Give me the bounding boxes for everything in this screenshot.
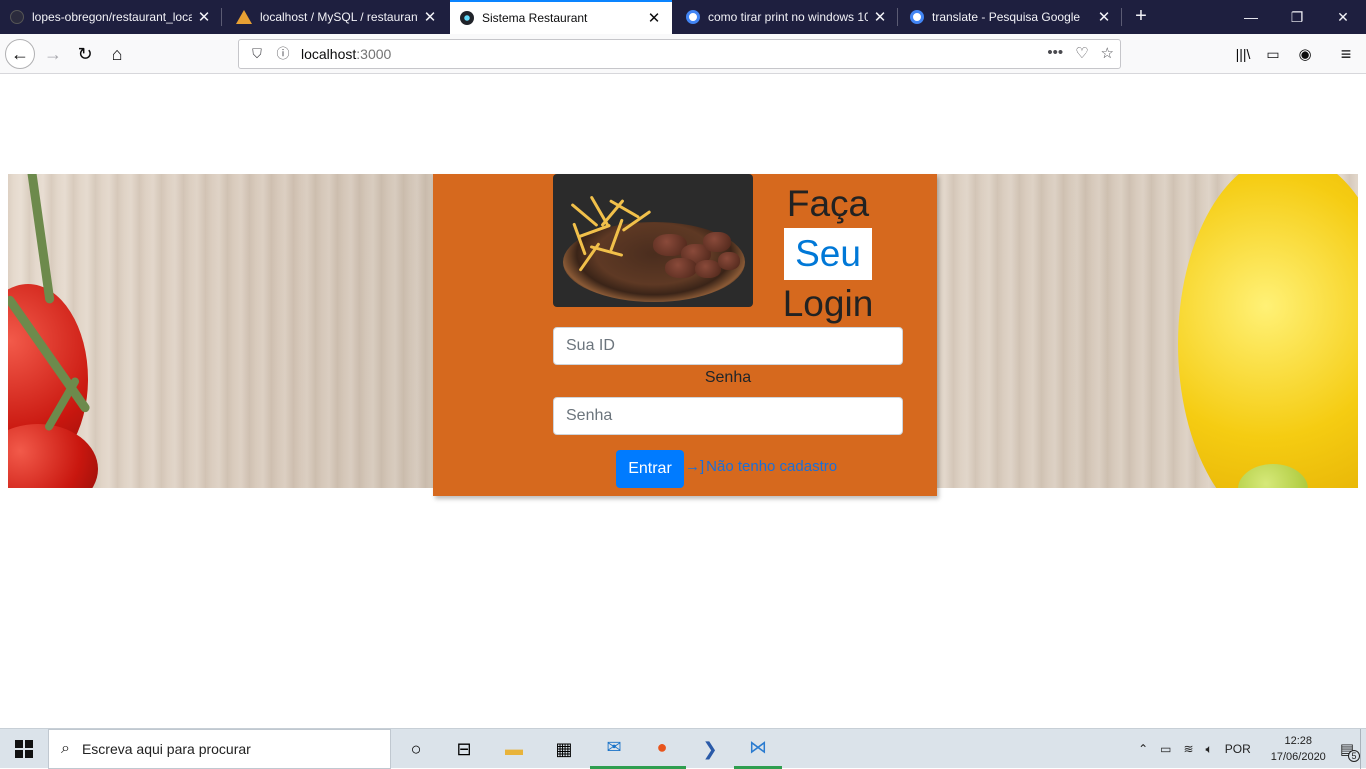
- url-host: localhost: [301, 46, 357, 62]
- minimize-icon[interactable]: —: [1228, 0, 1274, 34]
- windows-start-icon[interactable]: [0, 729, 48, 769]
- pepper-image: [1178, 174, 1358, 488]
- tab-title: lopes-obregon/restaurant_local: [32, 10, 192, 24]
- notification-icon[interactable]: ▤ 5: [1340, 740, 1360, 762]
- close-window-icon[interactable]: ✕: [1320, 0, 1366, 34]
- restore-icon[interactable]: ❐: [1274, 0, 1320, 34]
- password-input[interactable]: Senha: [553, 397, 903, 435]
- register-link[interactable]: →] Não tenho cadastro: [685, 458, 837, 475]
- clock-time: 12:28: [1284, 735, 1313, 747]
- system-tray: ⌃ ▭ ≋ 🔈︎ POR 12:28 17/06/2020 ▤ 5: [1132, 729, 1366, 769]
- library-icon[interactable]: |||\: [1228, 39, 1258, 69]
- login-button[interactable]: Entrar: [616, 450, 684, 488]
- store-icon[interactable]: ▦: [540, 729, 588, 769]
- github-icon: [10, 10, 24, 24]
- taskbar-search[interactable]: ⌕ Escreva aqui para procurar: [48, 729, 391, 769]
- tab-google-print[interactable]: como tirar print no windows 10 ✕: [676, 0, 898, 34]
- file-explorer-icon[interactable]: ▬: [490, 729, 538, 769]
- sidebar-icon[interactable]: ▭: [1258, 39, 1288, 69]
- register-link-label: Não tenho cadastro: [706, 458, 838, 475]
- tab-title: como tirar print no windows 10: [708, 10, 868, 24]
- tab-title: Sistema Restaurant: [482, 11, 588, 25]
- password-label: Senha: [704, 369, 752, 386]
- wifi-icon[interactable]: ≋: [1183, 742, 1193, 756]
- heading-line-3: Login: [782, 283, 874, 324]
- browser-tab-strip: lopes-obregon/restaurant_local ✕ localho…: [0, 0, 1366, 34]
- powershell-icon[interactable]: ❯: [686, 729, 734, 769]
- shield-icon[interactable]: ⛉: [249, 46, 265, 62]
- home-icon[interactable]: ⌂: [102, 39, 132, 69]
- search-icon: ⌕: [61, 740, 70, 757]
- sign-in-icon: →]: [685, 458, 705, 475]
- battery-icon[interactable]: ▭: [1160, 742, 1171, 756]
- heading-line-2: Seu: [784, 228, 872, 280]
- tab-phpmyadmin[interactable]: localhost / MySQL / restaurant ✕: [226, 0, 448, 34]
- forward-arrow-icon[interactable]: →: [38, 39, 68, 69]
- show-desktop-button[interactable]: [1360, 729, 1366, 769]
- page-actions-icon[interactable]: •••: [1047, 44, 1063, 62]
- notification-badge: 5: [1348, 750, 1360, 762]
- food-image: [553, 174, 753, 307]
- google-icon: [686, 10, 700, 24]
- close-icon[interactable]: ✕: [1096, 8, 1112, 26]
- clock[interactable]: 12:28 17/06/2020: [1271, 733, 1326, 765]
- info-icon[interactable]: ⓘ: [275, 46, 291, 62]
- bookmark-star-icon[interactable]: ☆: [1101, 44, 1114, 62]
- taskbar-search-placeholder: Escreva aqui para procurar: [81, 741, 251, 757]
- account-icon[interactable]: ◉: [1290, 39, 1320, 69]
- reload-icon[interactable]: ↻: [70, 39, 100, 69]
- close-icon[interactable]: ✕: [872, 8, 888, 26]
- navigation-bar: ← → ↻ ⌂ ⛉ ⓘ localhost:3000 ••• ♡ ☆ |||\ …: [0, 34, 1366, 74]
- menu-icon[interactable]: ≡: [1331, 39, 1361, 69]
- tab-sistema-restaurant[interactable]: Sistema Restaurant ✕: [450, 0, 672, 34]
- cortana-icon[interactable]: ○: [392, 729, 440, 769]
- login-heading: Faça Seu Login: [778, 180, 878, 328]
- windows-taskbar: ⌕ Escreva aqui para procurar ○ ⊟ ▬ ▦ ✉ ●…: [0, 728, 1366, 769]
- url-port: :3000: [356, 46, 392, 62]
- chevron-up-icon[interactable]: ⌃: [1138, 742, 1148, 756]
- vscode-icon[interactable]: ⋈: [734, 729, 782, 769]
- close-icon[interactable]: ✕: [196, 8, 212, 26]
- firefox-icon[interactable]: ●: [638, 729, 686, 769]
- tab-github[interactable]: lopes-obregon/restaurant_local ✕: [0, 0, 222, 34]
- react-icon: [460, 11, 474, 25]
- back-arrow-icon[interactable]: ←: [5, 39, 35, 69]
- tab-google-translate[interactable]: translate - Pesquisa Google ✕: [900, 0, 1122, 34]
- close-icon[interactable]: ✕: [646, 9, 662, 27]
- mail-icon[interactable]: ✉: [590, 729, 638, 769]
- user-id-input[interactable]: Sua ID: [553, 327, 903, 365]
- heading-line-1: Faça: [786, 183, 870, 224]
- language-indicator[interactable]: POR: [1225, 742, 1251, 756]
- url-bar[interactable]: ⛉ ⓘ localhost:3000 ••• ♡ ☆: [238, 39, 1121, 69]
- new-tab-button[interactable]: +: [1130, 5, 1152, 29]
- task-view-icon[interactable]: ⊟: [440, 729, 488, 769]
- google-icon: [910, 10, 924, 24]
- clock-date: 17/06/2020: [1270, 751, 1326, 763]
- phpmyadmin-icon: [236, 10, 252, 24]
- tab-title: translate - Pesquisa Google: [932, 10, 1081, 24]
- tab-title: localhost / MySQL / restaurant: [260, 10, 418, 24]
- pocket-icon[interactable]: ♡: [1075, 44, 1088, 62]
- login-card: Faça Seu Login Sua ID Senha Senha Entrar…: [433, 174, 937, 496]
- volume-icon[interactable]: 🔈︎: [1206, 742, 1213, 757]
- page-content: Faça Seu Login Sua ID Senha Senha Entrar…: [0, 75, 1366, 727]
- close-icon[interactable]: ✕: [422, 8, 438, 26]
